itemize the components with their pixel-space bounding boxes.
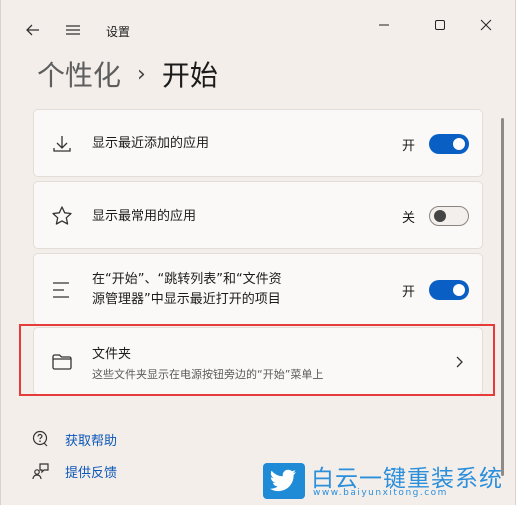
toggle-knob [434, 210, 446, 222]
setting-label: 显示最常用的应用 [92, 209, 197, 224]
toggle-knob [453, 138, 465, 150]
toggle-state-text: 开 [402, 139, 416, 154]
star-icon [50, 204, 74, 228]
get-help-link[interactable]: 获取帮助 [31, 429, 117, 449]
setting-most-used-apps: 显示最常用的应用 关 [33, 181, 483, 249]
setting-label: 显示最近添加的应用 [92, 136, 210, 151]
setting-recent-items: 在“开始”、“跳转列表”和“文件资 源管理器”中显示最近打开的项目 开 [33, 253, 483, 325]
breadcrumb-separator: › [137, 61, 146, 87]
help-icon [31, 429, 51, 449]
list-icon [50, 278, 74, 302]
breadcrumb-parent[interactable]: 个性化 [37, 54, 121, 94]
watermark: 白云一键重装系统 www.baiyunxitong.com [263, 461, 513, 503]
most-used-toggle[interactable] [429, 206, 469, 226]
setting-recently-added-apps: 显示最近添加的应用 开 [33, 109, 483, 177]
download-icon [50, 132, 74, 156]
toggle-state-text: 开 [402, 285, 416, 300]
scrollbar[interactable] [501, 118, 504, 476]
setting-label-line1: 在“开始”、“跳转列表”和“文件资 [92, 272, 282, 287]
give-feedback-label[interactable]: 提供反馈 [65, 462, 117, 481]
breadcrumb: 个性化 › 开始 [37, 54, 218, 94]
toggle-state-text: 关 [402, 211, 416, 226]
give-feedback-link[interactable]: 提供反馈 [31, 461, 117, 481]
watermark-url: www.baiyunxitong.com [313, 488, 448, 498]
hamburger-menu-icon[interactable] [63, 20, 83, 40]
toggle-knob [453, 284, 465, 296]
title-bar: 设置 [1, 0, 515, 46]
feedback-icon [31, 461, 51, 481]
close-button[interactable] [471, 10, 501, 40]
window-title: 设置 [106, 25, 131, 39]
page-title: 开始 [161, 59, 218, 92]
recently-added-toggle[interactable] [429, 134, 469, 154]
recent-items-toggle[interactable] [429, 280, 469, 300]
highlight-box [19, 324, 495, 396]
minimize-button[interactable] [369, 10, 399, 40]
maximize-button[interactable] [425, 10, 455, 40]
setting-label-line2: 源管理器”中显示最近打开的项目 [92, 292, 281, 307]
get-help-label[interactable]: 获取帮助 [65, 430, 117, 449]
settings-window: 设置 个性化 › 开始 显示最近添加的应用 开 显示最常用的应用 关 在“开始”… [0, 0, 516, 505]
bird-logo-icon [263, 463, 305, 499]
back-arrow-icon[interactable] [23, 20, 43, 40]
